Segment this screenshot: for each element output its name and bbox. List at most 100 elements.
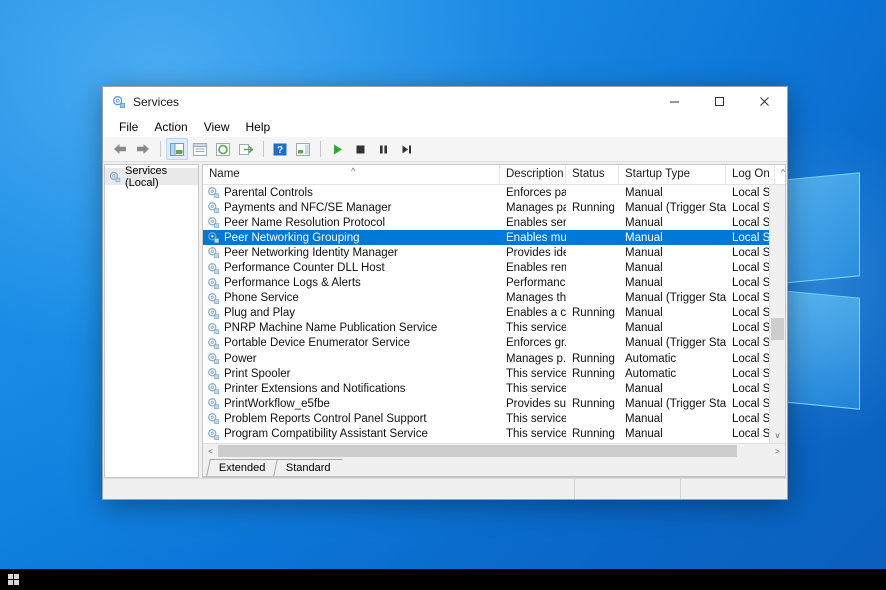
pause-service-icon[interactable] <box>372 138 394 160</box>
menu-item-file[interactable]: File <box>111 118 146 136</box>
sort-ascending-icon: ^ <box>351 166 356 176</box>
vertical-scrollbar[interactable]: v <box>769 185 785 443</box>
start-button[interactable] <box>0 569 26 590</box>
show-hide-console-tree-icon[interactable] <box>166 138 188 160</box>
cell-startup-type: Manual <box>625 382 663 395</box>
menu-item-view[interactable]: View <box>196 118 238 136</box>
table-row[interactable]: Portable Device Enumerator Service Enforc… <box>203 336 769 351</box>
scrollbar-down-arrow[interactable]: v <box>770 427 785 443</box>
table-row[interactable]: Peer Networking Grouping Enables mul... Ma… <box>203 230 769 246</box>
cell-name: Parental Controls <box>203 186 500 199</box>
cell-startup-type: Manual (Trigger Start) <box>625 397 726 410</box>
service-gear-icon <box>208 292 219 304</box>
tab-standard[interactable]: Standard <box>273 459 343 476</box>
cell-description: This service ... <box>506 382 566 395</box>
cell-startup-type: Manual (Trigger Start) <box>625 201 726 214</box>
service-gear-icon <box>208 428 219 440</box>
start-service-icon[interactable] <box>326 138 348 160</box>
close-button[interactable] <box>742 87 787 116</box>
scrollbar-up-arrow[interactable]: ^ <box>774 165 791 184</box>
export-list-icon[interactable] <box>235 138 257 160</box>
service-name-label: Performance Logs & Alerts <box>224 277 361 290</box>
cell-status: Running <box>572 428 615 441</box>
table-row[interactable]: Power Manages p... Running Automatic Local S <box>203 351 769 366</box>
tab-extended-label: Extended <box>219 461 266 474</box>
table-row[interactable]: Performance Logs & Alerts Performanc... Ma… <box>203 276 769 291</box>
cell-startup-type: Manual <box>625 322 663 335</box>
maximize-button[interactable] <box>697 87 742 116</box>
minimize-button[interactable] <box>652 87 697 116</box>
restart-service-icon[interactable] <box>395 138 417 160</box>
tab-extended[interactable]: Extended <box>206 459 278 476</box>
table-row[interactable]: Phone Service Manages th... Manual (Trigge… <box>203 291 769 306</box>
table-row[interactable]: Parental Controls Enforces pa... Manual Loc… <box>203 185 769 200</box>
horizontal-scrollbar-track[interactable] <box>218 444 770 458</box>
service-gear-icon <box>208 322 219 334</box>
cell-status: Running <box>572 352 615 365</box>
menu-item-help[interactable]: Help <box>238 118 279 136</box>
cell-startup-type: Automatic <box>625 352 677 365</box>
table-row[interactable]: Plug and Play Enables a c... Running Manual… <box>203 306 769 321</box>
column-header-startup-type[interactable]: Startup Type <box>619 165 726 184</box>
service-name-label: Print Spooler <box>224 367 291 380</box>
cell-description: This service ... <box>506 367 566 380</box>
service-gear-icon <box>208 187 219 198</box>
table-row[interactable]: Peer Networking Identity Manager Provides… <box>203 245 769 260</box>
column-header-name[interactable]: Name ^ <box>203 165 500 184</box>
menu-item-action[interactable]: Action <box>146 118 195 136</box>
service-gear-icon <box>208 398 219 410</box>
table-row[interactable]: Problem Reports Control Panel Support Thi… <box>203 411 769 426</box>
horizontal-scrollbar-thumb[interactable] <box>218 445 737 457</box>
table-row[interactable]: PrintWorkflow_e5fbe Provides su... Running… <box>203 396 769 411</box>
stop-service-icon[interactable] <box>349 138 371 160</box>
service-name-label: PNRP Machine Name Publication Service <box>224 322 438 335</box>
cell-name: Program Compatibility Assistant Service <box>203 428 500 441</box>
cell-description: Manages p... <box>506 352 566 365</box>
tree-item-services-local[interactable]: Services (Local) <box>105 165 198 189</box>
column-header-description[interactable]: Description <box>500 165 566 184</box>
toolbar-separator <box>263 141 264 157</box>
vertical-scrollbar-track[interactable] <box>770 185 785 427</box>
column-header-log-on[interactable]: Log On <box>726 165 774 184</box>
cell-description: Enforces pa... <box>506 186 566 199</box>
cell-description: This service ... <box>506 322 566 335</box>
cell-status: Running <box>572 201 615 214</box>
cell-name: Power <box>203 352 500 365</box>
cell-description: Manages th... <box>506 292 566 305</box>
service-name-label: Peer Name Resolution Protocol <box>224 216 386 229</box>
service-name-label: Peer Networking Identity Manager <box>224 246 398 259</box>
table-row[interactable]: Print Spooler This service ... Running Auto… <box>203 366 769 381</box>
service-gear-icon <box>208 368 219 380</box>
cell-description: This service ... <box>506 428 566 441</box>
scrollbar-left-arrow[interactable]: < <box>203 444 218 458</box>
cell-startup-type: Manual (Trigger Start) <box>625 292 726 305</box>
table-row[interactable]: Printer Extensions and Notifications This… <box>203 381 769 396</box>
column-header-status[interactable]: Status <box>566 165 619 184</box>
table-row[interactable]: Performance Counter DLL Host Enables rem.… <box>203 260 769 275</box>
help-icon[interactable]: ? <box>269 138 291 160</box>
title-bar[interactable]: Services <box>103 87 787 116</box>
show-hide-action-pane-icon[interactable] <box>292 138 314 160</box>
service-gear-icon <box>208 217 219 229</box>
table-row[interactable]: Peer Name Resolution Protocol Enables ser… <box>203 215 769 230</box>
cell-description: Enables rem... <box>506 262 566 275</box>
vertical-scrollbar-thumb[interactable] <box>771 318 784 340</box>
cell-name: Problem Reports Control Panel Support <box>203 412 500 425</box>
rows-wrapper: Parental Controls Enforces pa... Manual Loc… <box>203 185 785 443</box>
back-arrow-icon[interactable] <box>109 138 131 160</box>
forward-arrow-icon[interactable] <box>132 138 154 160</box>
table-row[interactable]: Payments and NFC/SE Manager Manages pa...… <box>203 200 769 215</box>
service-gear-icon <box>208 307 219 319</box>
cell-name: Peer Networking Identity Manager <box>203 246 500 259</box>
services-rows: Parental Controls Enforces pa... Manual Loc… <box>203 185 769 443</box>
menu-bar: File Action View Help <box>103 116 787 137</box>
toolbar: ? <box>103 137 787 162</box>
refresh-icon[interactable] <box>212 138 234 160</box>
properties-icon[interactable] <box>189 138 211 160</box>
table-row[interactable]: Program Compatibility Assistant Service T… <box>203 427 769 442</box>
table-row[interactable]: PNRP Machine Name Publication Service Thi… <box>203 321 769 336</box>
cell-description: Enables a c... <box>506 307 566 320</box>
scrollbar-right-arrow[interactable]: > <box>770 444 785 458</box>
horizontal-scrollbar[interactable]: < > <box>203 443 785 458</box>
service-name-label: Performance Counter DLL Host <box>224 262 385 275</box>
